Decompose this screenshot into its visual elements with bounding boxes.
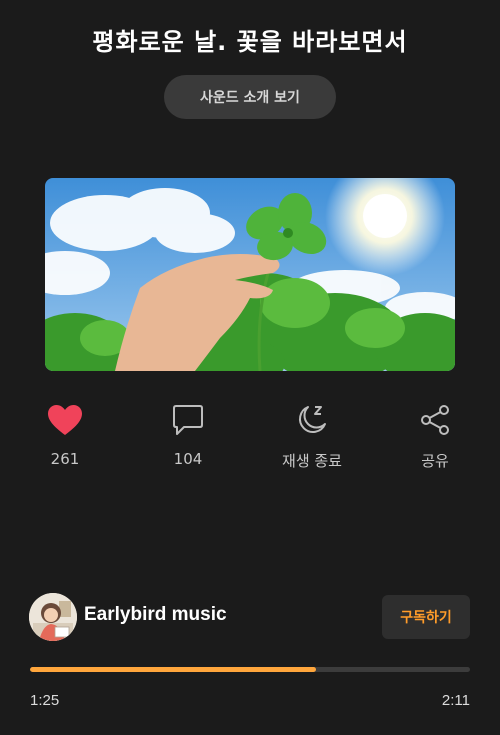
heart-icon [45, 400, 85, 440]
total-time: 2:11 [441, 692, 470, 709]
current-time: 1:25 [30, 692, 60, 709]
page-title: 평화로운 날. 꽃을 바라보면서 [92, 28, 408, 56]
moon-sleep-icon [292, 400, 332, 440]
channel-avatar[interactable] [29, 593, 77, 641]
like-button[interactable]: 261 [15, 400, 115, 468]
sleep-timer-button[interactable]: 재생 종료 [262, 400, 362, 471]
share-button[interactable]: 공유 [385, 400, 485, 471]
sleep-timer-label: 재생 종료 [282, 452, 342, 470]
share-icon [415, 400, 455, 440]
action-bar: 261 104 재생 종료 공유 [0, 400, 500, 480]
comment-count: 104 [173, 450, 203, 468]
share-label: 공유 [421, 452, 449, 470]
progress-fill [30, 667, 316, 672]
cover-artwork [45, 178, 455, 371]
subscribe-button[interactable]: 구독하기 [382, 595, 470, 639]
comment-button[interactable]: 104 [138, 400, 238, 468]
sound-intro-button[interactable]: 사운드 소개 보기 [164, 75, 336, 119]
like-count: 261 [50, 450, 80, 468]
progress-bar[interactable] [30, 667, 470, 672]
comment-icon [168, 400, 208, 440]
channel-name[interactable]: Earlybird music [84, 604, 227, 626]
